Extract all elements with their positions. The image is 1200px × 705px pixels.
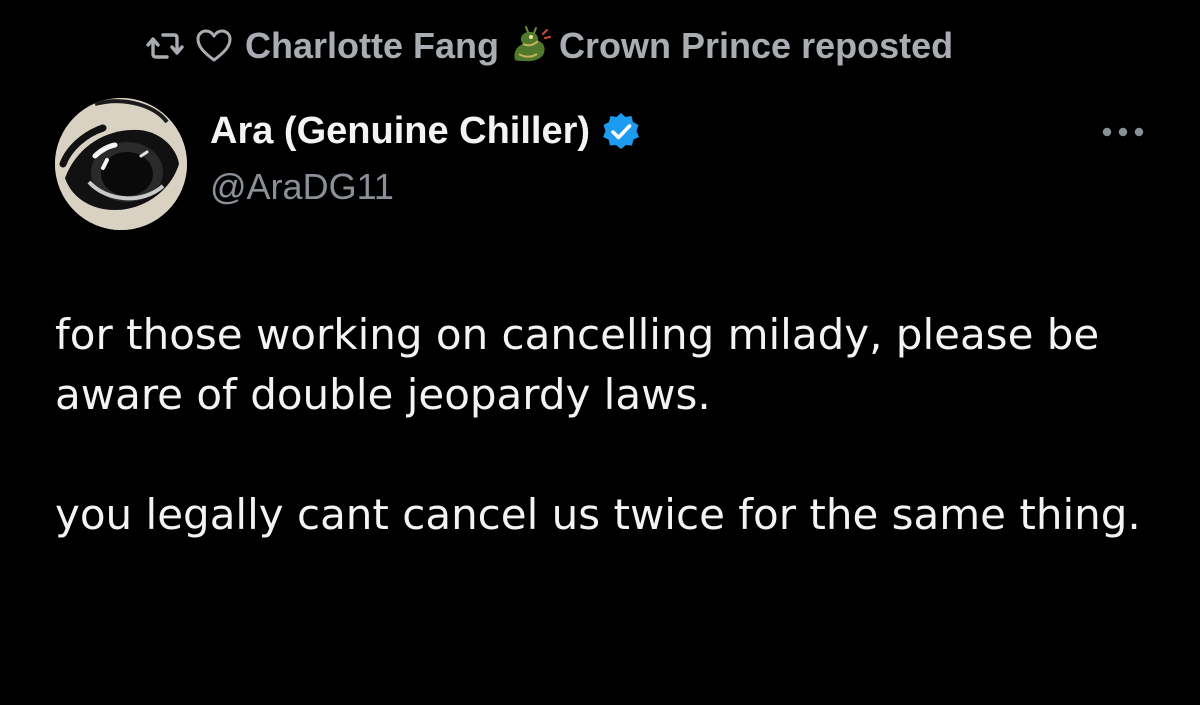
reposter-name[interactable]: Charlotte Fang <box>245 25 499 67</box>
tweet-paragraph: for those working on cancelling milady, … <box>55 310 1100 419</box>
repost-label: Crown Prince reposted <box>559 25 954 66</box>
tweet-paragraph: you legally cant cancel us twice for the… <box>55 490 1141 539</box>
repost-context[interactable]: Charlotte Fang Crown Prince reposted <box>145 22 953 70</box>
avatar[interactable] <box>55 98 187 230</box>
dragon-icon <box>507 24 552 68</box>
tweet-text: for those working on cancelling milady, … <box>55 305 1155 545</box>
author-row[interactable]: Ara (Genuine Chiller) <box>210 110 642 153</box>
heart-icon <box>195 27 233 65</box>
more-dots-icon <box>1102 127 1144 137</box>
author-display-name[interactable]: Ara (Genuine Chiller) <box>210 110 590 153</box>
verified-badge-icon[interactable] <box>600 111 642 153</box>
repost-icon <box>145 26 185 66</box>
avatar-eye-icon <box>55 98 187 230</box>
author-handle[interactable]: @AraDG11 <box>210 166 394 208</box>
more-options-button[interactable] <box>1098 112 1148 152</box>
